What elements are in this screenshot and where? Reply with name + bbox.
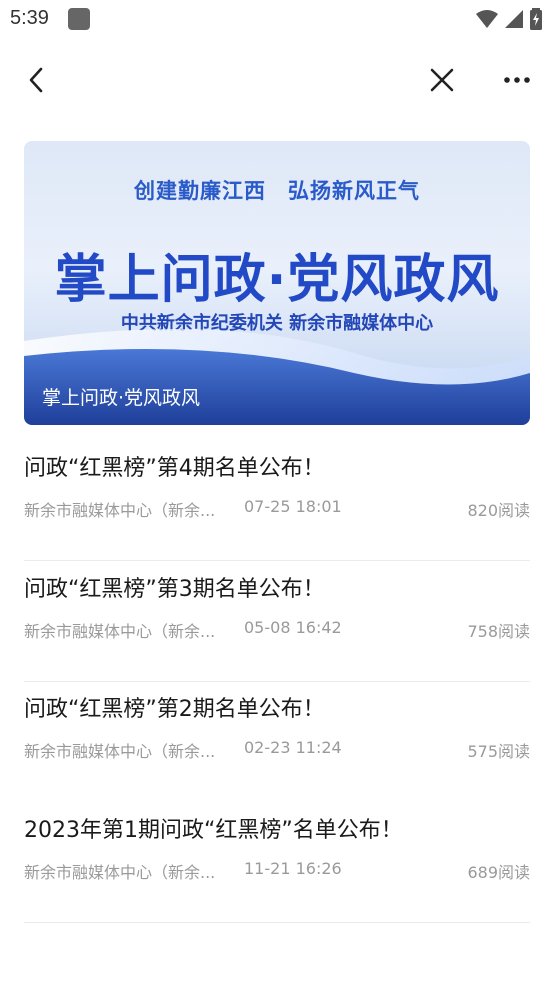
status-icons bbox=[476, 7, 542, 31]
article-read-count: 575阅读 bbox=[467, 742, 530, 761]
article-time: 11-21 16:26 bbox=[244, 859, 342, 878]
article-title: 问政“红黑榜”第2期名单公布！ bbox=[24, 697, 325, 722]
article-item[interactable]: 问政“红黑榜”第3期名单公布！ 新余市融媒体中心（新余... 05-08 16:… bbox=[24, 561, 530, 682]
article-time: 02-23 11:24 bbox=[244, 738, 342, 757]
article-source: 新余市融媒体中心（新余... bbox=[24, 622, 216, 641]
article-time: 05-08 16:42 bbox=[244, 618, 342, 637]
article-time: 07-25 18:01 bbox=[244, 497, 342, 516]
back-button[interactable] bbox=[16, 60, 56, 100]
more-button[interactable] bbox=[497, 60, 537, 100]
column-banner[interactable]: 创建勤廉江西 弘扬新风正气 掌上问政·党风政风 中共新余市纪委机关 新余市融媒体… bbox=[24, 141, 530, 425]
article-title: 问政“红黑榜”第4期名单公布！ bbox=[24, 456, 325, 481]
wifi-icon bbox=[476, 10, 498, 28]
status-bar: 5:39 bbox=[0, 0, 554, 38]
article-title: 2023年第1期问政“红黑榜”名单公布！ bbox=[24, 818, 403, 843]
battery-icon bbox=[530, 8, 542, 30]
top-nav-bar bbox=[0, 48, 554, 112]
article-read-count: 820阅读 bbox=[467, 501, 530, 520]
cell-signal-icon bbox=[505, 10, 523, 28]
notification-app-icon bbox=[68, 8, 90, 30]
article-source: 新余市融媒体中心（新余... bbox=[24, 501, 216, 520]
article-read-count: 758阅读 bbox=[467, 622, 530, 641]
close-icon bbox=[430, 68, 454, 92]
article-item[interactable]: 2023年第1期问政“红黑榜”名单公布！ 新余市融媒体中心（新余... 11-2… bbox=[24, 802, 530, 923]
article-title: 问政“红黑榜”第3期名单公布！ bbox=[24, 577, 325, 602]
close-button[interactable] bbox=[422, 60, 462, 100]
article-source: 新余市融媒体中心（新余... bbox=[24, 742, 216, 761]
article-item[interactable]: 问政“红黑榜”第2期名单公布！ 新余市融媒体中心（新余... 02-23 11:… bbox=[24, 681, 530, 801]
article-source: 新余市融媒体中心（新余... bbox=[24, 863, 216, 882]
chevron-left-icon bbox=[29, 67, 43, 93]
status-time: 5:39 bbox=[10, 7, 49, 29]
more-horizontal-icon bbox=[504, 77, 530, 83]
article-item[interactable]: 问政“红黑榜”第4期名单公布！ 新余市融媒体中心（新余... 07-25 18:… bbox=[24, 440, 530, 561]
article-read-count: 689阅读 bbox=[467, 863, 530, 882]
banner-caption: 掌上问政·党风政风 bbox=[42, 387, 201, 409]
